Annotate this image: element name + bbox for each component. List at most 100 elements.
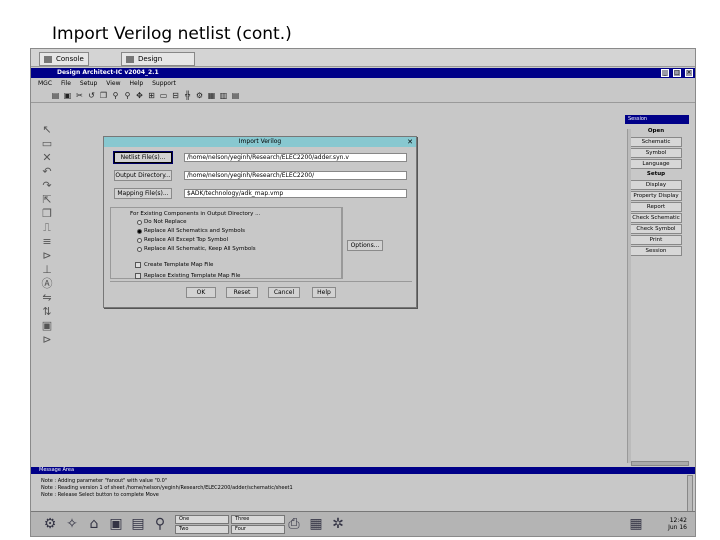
zoom-in-icon[interactable]: ⚲ xyxy=(111,91,120,100)
reset-button[interactable]: Reset xyxy=(226,287,258,298)
gear-icon[interactable]: ⚙ xyxy=(41,515,59,533)
desk-two[interactable]: Two xyxy=(175,525,229,534)
open-icon[interactable]: ▤ xyxy=(51,91,60,100)
palette-report-button[interactable]: Report xyxy=(630,202,682,212)
menu-setup[interactable]: Setup xyxy=(80,80,97,87)
save-icon[interactable]: ▣ xyxy=(63,91,72,100)
message-scrollbar[interactable] xyxy=(687,475,693,513)
close-button[interactable]: × xyxy=(685,69,693,77)
home-icon[interactable]: ⌂ xyxy=(85,515,103,533)
radio-label: Replace All Schematics and Symbols xyxy=(144,228,245,234)
pan-icon[interactable]: ✥ xyxy=(135,91,144,100)
palette-check-symbol-button[interactable]: Check Symbol xyxy=(630,224,682,234)
desk-three[interactable]: Three xyxy=(231,515,285,524)
radio-replace-except-top[interactable]: Replace All Except Top Symbol xyxy=(137,237,229,244)
radio-do-not-replace[interactable]: Do Not Replace xyxy=(137,219,187,226)
palette-scrollbar[interactable] xyxy=(627,129,631,463)
component-icon[interactable]: ⚙ xyxy=(195,91,204,100)
radio-label: Replace All Except Top Symbol xyxy=(144,237,229,243)
select-tool-icon[interactable]: ↖ xyxy=(39,123,55,137)
netlist-file-field[interactable]: /home/nelson/yeginh/Research/ELEC2200/ad… xyxy=(184,153,407,162)
rotate-ccw-icon[interactable]: ↶ xyxy=(39,165,55,179)
terminal-icon[interactable]: ▣ xyxy=(107,515,125,533)
settings-icon[interactable]: ✲ xyxy=(329,515,347,533)
net-tool-icon[interactable]: ⊥ xyxy=(39,263,55,277)
screenshot: Console Design Architect... Design Archi… xyxy=(30,48,696,537)
menu-file[interactable]: File xyxy=(61,80,71,87)
horizontal-scrollbar[interactable] xyxy=(631,461,689,466)
dialog-close-icon[interactable]: ✕ xyxy=(406,138,414,146)
mapping-file-field[interactable]: $ADK/technology/adk_map.vmp xyxy=(184,189,407,198)
menu-help[interactable]: Help xyxy=(129,80,143,87)
palette-print-button[interactable]: Print xyxy=(630,235,682,245)
minimize-button[interactable]: _ xyxy=(661,69,669,77)
document-icon[interactable]: ▤ xyxy=(129,515,147,533)
mapping-files-button[interactable]: Mapping File(s)... xyxy=(114,188,172,199)
property-icon[interactable]: ▦ xyxy=(207,91,216,100)
copy-tool-icon[interactable]: ❐ xyxy=(39,207,55,221)
radio-label: Replace All Schematic, Keep All Symbols xyxy=(144,246,256,252)
palette-property-display-button[interactable]: Property Display xyxy=(630,191,682,201)
create-template-map-checkbox[interactable]: Create Template Map File xyxy=(135,262,214,269)
wire-icon[interactable]: ╬ xyxy=(183,91,192,100)
tab-design-architect[interactable]: Design Architect... xyxy=(121,52,195,76)
zoom-out-icon[interactable]: ⚲ xyxy=(123,91,132,100)
bus-tool-icon[interactable]: ≡ xyxy=(39,235,55,249)
palette-symbol-button[interactable]: Symbol xyxy=(630,148,682,158)
drive-icon[interactable]: ▦ xyxy=(307,515,325,533)
menu-view[interactable]: View xyxy=(106,80,120,87)
terminal-icon xyxy=(44,56,52,63)
maximize-button[interactable]: □ xyxy=(673,69,681,77)
message-area-title: Message Area xyxy=(31,467,695,474)
tab-console[interactable]: Console xyxy=(39,52,89,66)
rotate-cw-icon[interactable]: ↷ xyxy=(39,179,55,193)
netlist-files-button[interactable]: Netlist File(s)... xyxy=(113,151,173,164)
radio-replace-all[interactable]: Replace All Schematics and Symbols xyxy=(137,228,245,235)
radio-indicator xyxy=(137,238,142,243)
session-palette: Session Open Schematic Symbol Language S… xyxy=(625,115,689,465)
options-button[interactable]: Options... xyxy=(347,240,383,251)
tools-icon[interactable]: ✧ xyxy=(63,515,81,533)
undo-icon[interactable]: ↺ xyxy=(87,91,96,100)
printer-icon[interactable]: ⎙ xyxy=(285,515,303,533)
group-tool-icon[interactable]: ▣ xyxy=(39,319,55,333)
view-all-icon[interactable]: ⊞ xyxy=(147,91,156,100)
port-tool-icon[interactable]: ⊳ xyxy=(39,249,55,263)
delete-tool-icon[interactable]: ✕ xyxy=(39,151,55,165)
cut-icon[interactable]: ✂ xyxy=(75,91,84,100)
arrow-tool-icon[interactable]: ⊳ xyxy=(39,333,55,347)
menu-mgc[interactable]: MGC xyxy=(38,80,52,87)
mirror-tool-icon[interactable]: ⇋ xyxy=(39,291,55,305)
copy-icon[interactable]: ❐ xyxy=(99,91,108,100)
palette-session-button[interactable]: Session xyxy=(630,246,682,256)
help-button[interactable]: Help xyxy=(312,287,336,298)
ok-button[interactable]: OK xyxy=(186,287,216,298)
palette-schematic-button[interactable]: Schematic xyxy=(630,137,682,147)
label-tool-icon[interactable]: Ⓐ xyxy=(39,277,55,291)
desk-four[interactable]: Four xyxy=(231,525,285,534)
tab-label: Console xyxy=(56,55,84,63)
search-icon[interactable]: ⚲ xyxy=(151,515,169,533)
menu-support[interactable]: Support xyxy=(152,80,176,87)
cancel-button[interactable]: Cancel xyxy=(268,287,300,298)
checkbox-label: Create Template Map File xyxy=(144,262,214,268)
radio-replace-keep-symbols[interactable]: Replace All Schematic, Keep All Symbols xyxy=(137,246,256,253)
top-tab-strip: Console Design Architect... xyxy=(31,49,695,76)
message-line: Note : Adding parameter "fanout" with va… xyxy=(41,478,168,484)
select-icon[interactable]: ▭ xyxy=(159,91,168,100)
flip-tool-icon[interactable]: ⇅ xyxy=(39,305,55,319)
check-icon[interactable]: ▥ xyxy=(219,91,228,100)
palette-language-button[interactable]: Language xyxy=(630,159,682,169)
checkbox-box xyxy=(135,273,141,279)
palette-check-schematic-button[interactable]: Check Schematic xyxy=(630,213,682,223)
box-tool-icon[interactable]: ▭ xyxy=(39,137,55,151)
output-directory-button[interactable]: Output Directory... xyxy=(114,170,172,181)
desk-one[interactable]: One xyxy=(175,515,229,524)
move-tool-icon[interactable]: ⇱ xyxy=(39,193,55,207)
replace-template-map-checkbox[interactable]: Replace Existing Template Map File xyxy=(135,273,240,280)
palette-display-button[interactable]: Display xyxy=(630,180,682,190)
wire-tool-icon[interactable]: ⎍ xyxy=(39,221,55,235)
hierarchy-icon[interactable]: ⊟ xyxy=(171,91,180,100)
output-directory-field[interactable]: /home/nelson/yeginh/Research/ELEC2200/ xyxy=(184,171,407,180)
print-icon[interactable]: ▤ xyxy=(231,91,240,100)
